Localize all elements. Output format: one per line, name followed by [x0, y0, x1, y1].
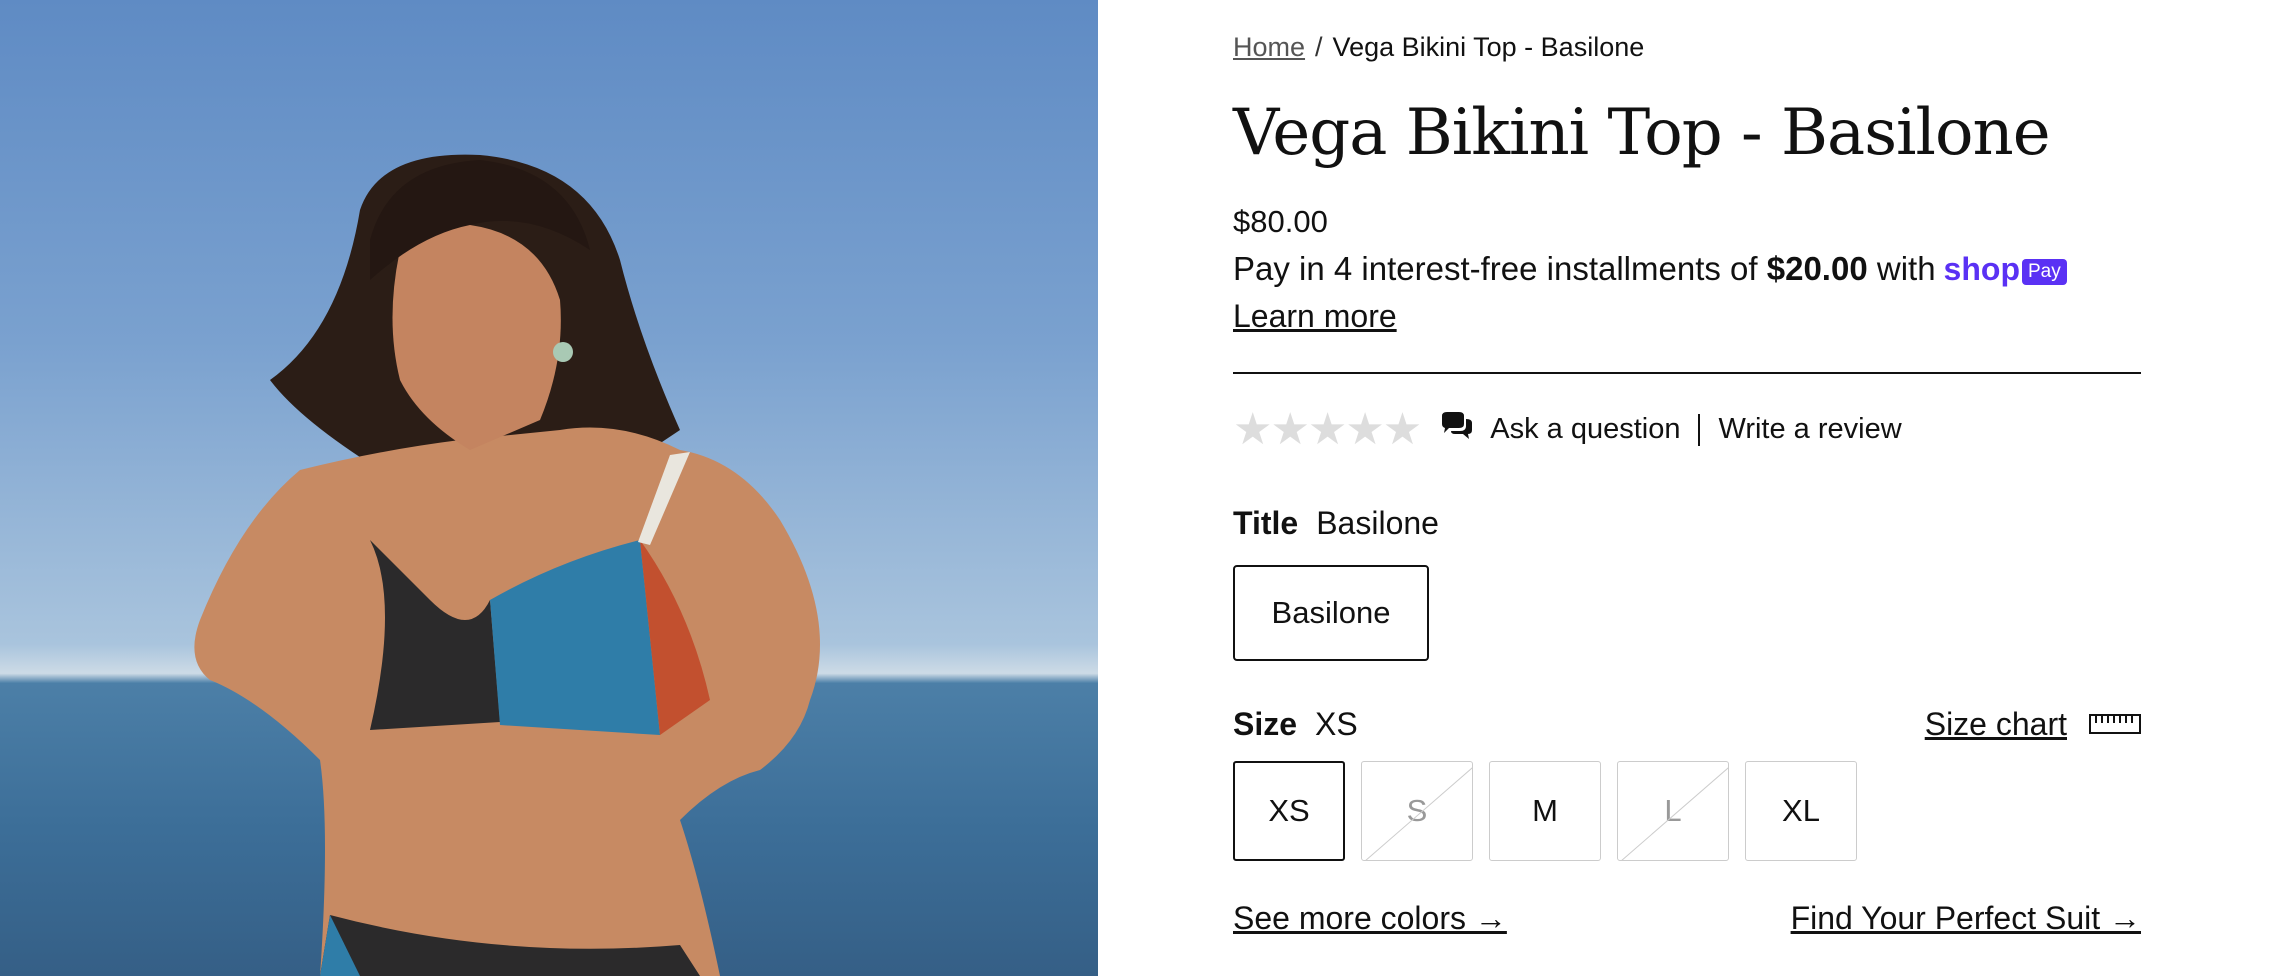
shop-pay-installments: Pay in 4 interest-free installments of $… — [1233, 250, 2067, 288]
installments-suffix: with — [1876, 250, 1936, 287]
installments-prefix: Pay in 4 interest-free installments of — [1233, 250, 1758, 287]
shop-pay-logo: shop — [1943, 251, 2020, 287]
rating-stars[interactable]: ★★★★★ — [1233, 404, 1422, 455]
see-more-colors-link[interactable]: See more colors → — [1233, 900, 1507, 937]
breadcrumb-home-link[interactable]: Home — [1233, 32, 1305, 62]
ask-question-link[interactable]: Ask a question — [1490, 413, 1680, 446]
size-selector: XS S M L XL — [1233, 761, 1857, 861]
size-chart-link[interactable]: Size chart — [1925, 706, 2141, 743]
reviews-bar: ★★★★★ Ask a question Write a review — [1233, 404, 1902, 455]
shop-pay-badge: Pay — [2021, 259, 2067, 285]
title-option-label: Title Basilone — [1233, 505, 1439, 542]
ruler-icon — [2089, 713, 2141, 734]
size-option-s[interactable]: S — [1361, 761, 1473, 861]
product-photo-illustration — [194, 154, 820, 976]
title-option-basilone[interactable]: Basilone — [1233, 565, 1429, 661]
size-option-m[interactable]: M — [1489, 761, 1601, 861]
product-photo[interactable] — [0, 0, 1098, 976]
breadcrumb: Home / Vega Bikini Top - Basilone — [1233, 32, 1644, 63]
find-perfect-suit-link[interactable]: Find Your Perfect Suit → — [1791, 900, 2141, 937]
size-chart-label: Size chart — [1924, 706, 2067, 742]
size-option-xl[interactable]: XL — [1745, 761, 1857, 861]
size-option-l[interactable]: L — [1617, 761, 1729, 861]
size-option-xs[interactable]: XS — [1233, 761, 1345, 861]
size-option-name: Size — [1233, 706, 1298, 742]
divider — [1233, 372, 2141, 374]
write-review-link[interactable]: Write a review — [1718, 413, 1901, 446]
breadcrumb-current: Vega Bikini Top - Basilone — [1332, 32, 1645, 62]
product-price: $80.00 — [1233, 204, 1328, 239]
size-option-label: Size XS — [1233, 706, 1358, 743]
breadcrumb-separator: / — [1315, 32, 1323, 62]
title-option-selected: Basilone — [1316, 505, 1439, 541]
size-option-selected: XS — [1315, 706, 1358, 742]
title-option-name: Title — [1233, 505, 1299, 541]
reviews-separator — [1698, 413, 1701, 446]
chat-bubbles-icon — [1440, 412, 1474, 447]
product-title: Vega Bikini Top - Basilone — [1233, 96, 2051, 170]
installments-amount: $20.00 — [1766, 250, 1868, 287]
learn-more-link[interactable]: Learn more — [1233, 298, 1397, 335]
